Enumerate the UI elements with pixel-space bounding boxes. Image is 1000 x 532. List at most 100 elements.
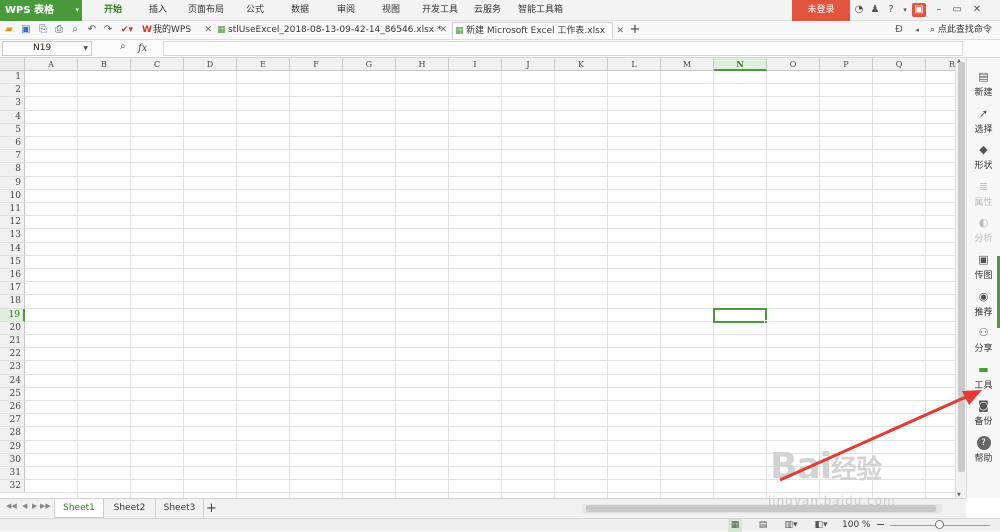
select-all-corner[interactable]: [0, 58, 25, 71]
column-header-E[interactable]: E: [237, 58, 290, 71]
formula-input[interactable]: [163, 41, 963, 56]
menu-2[interactable]: 插入: [145, 0, 171, 21]
tab-doc-new[interactable]: ▦ 新建 Microsoft Excel 工作表.xlsx ✕: [452, 22, 624, 39]
row-header-9[interactable]: 9: [0, 176, 25, 190]
open-folder-icon[interactable]: ▰: [2, 23, 16, 37]
task-pane-backup[interactable]: ◙ 备份: [967, 395, 1000, 431]
close-icon[interactable]: ✕: [204, 22, 212, 39]
window-minimize-icon[interactable]: –: [932, 3, 946, 17]
app-menu-button[interactable]: WPS 表格 ▾: [0, 0, 82, 21]
tab-my-wps[interactable]: W 我的WPS ✕: [140, 22, 212, 39]
row-header-20[interactable]: 20: [0, 321, 25, 335]
row-header-16[interactable]: 16: [0, 269, 25, 283]
menu-10[interactable]: 智能工具箱: [514, 0, 567, 21]
selected-cell[interactable]: [713, 307, 768, 324]
chevron-left-icon[interactable]: ◂: [910, 23, 924, 37]
row-header-25[interactable]: 25: [0, 387, 25, 401]
minimize-icon[interactable]: ▣: [912, 3, 926, 17]
sheet-tab-2[interactable]: Sheet2: [104, 499, 156, 518]
next-sheet-icon[interactable]: ▶: [32, 502, 37, 510]
fx-button[interactable]: fx: [138, 40, 147, 57]
task-pane-upload-image[interactable]: ▣ 传图: [967, 249, 1000, 285]
column-header-D[interactable]: D: [184, 58, 237, 71]
last-sheet-icon[interactable]: ▶▶: [40, 502, 51, 510]
row-header-15[interactable]: 15: [0, 255, 25, 269]
row-header-26[interactable]: 26: [0, 401, 25, 415]
task-pane-share[interactable]: ⚇ 分享: [967, 322, 1000, 358]
row-header-2[interactable]: 2: [0, 84, 25, 98]
page-break-view-icon[interactable]: ▤: [756, 519, 770, 532]
save-icon[interactable]: ▣: [19, 23, 33, 37]
doc-manager-icon[interactable]: Ð: [892, 23, 906, 37]
zoom-level[interactable]: 100 %: [842, 519, 871, 532]
sheet-tab-1[interactable]: Sheet1: [54, 499, 104, 518]
close-icon[interactable]: ✕: [970, 3, 984, 17]
reading-layout-icon[interactable]: ▥▾: [784, 519, 798, 532]
row-header-4[interactable]: 4: [0, 110, 25, 124]
zoom-slider-handle[interactable]: [935, 520, 944, 529]
column-header-A[interactable]: A: [25, 58, 78, 71]
eye-protection-icon[interactable]: ◧▾: [814, 519, 828, 532]
row-header-27[interactable]: 27: [0, 414, 25, 428]
menu-3[interactable]: 页面布局: [184, 0, 228, 21]
menu-9[interactable]: 云服务: [470, 0, 505, 21]
save-as-icon[interactable]: ⎘: [36, 23, 50, 37]
column-header-O[interactable]: O: [767, 58, 820, 71]
row-header-14[interactable]: 14: [0, 242, 25, 256]
column-header-M[interactable]: M: [661, 58, 714, 71]
scroll-thumb[interactable]: [958, 62, 965, 472]
task-pane-recommend[interactable]: ◉ 推荐: [967, 286, 1000, 322]
menu-4[interactable]: 公式: [242, 0, 268, 21]
column-header-P[interactable]: P: [820, 58, 873, 71]
close-icon[interactable]: ✕: [616, 23, 624, 40]
column-header-G[interactable]: G: [343, 58, 396, 71]
print-icon[interactable]: ⎙: [52, 23, 66, 37]
menu-5[interactable]: 数据: [287, 0, 313, 21]
spreadsheet-grid[interactable]: A B C D E F G H I J K L M N O P Q R 1 2 3 4 5 6 7 8 9 10 11 12 13 14 15 1…: [0, 58, 955, 498]
row-header-28[interactable]: 28: [0, 427, 25, 441]
row-header-23[interactable]: 23: [0, 361, 25, 375]
zoom-out-button[interactable]: −: [876, 519, 885, 531]
task-pane-select-cursor[interactable]: ➚ 选择: [967, 103, 1000, 139]
column-header-N[interactable]: N: [714, 58, 767, 71]
redo-icon[interactable]: ↷: [101, 23, 115, 37]
add-sheet-button[interactable]: +: [206, 499, 217, 518]
menu-7[interactable]: 视图: [378, 0, 404, 21]
row-header-18[interactable]: 18: [0, 295, 25, 309]
tab-doc-stluse[interactable]: ▦ stlUseExcel_2018-08-13-09-42-14_86546.x…: [215, 22, 447, 39]
quick-access-dropdown-icon[interactable]: ✔▾: [120, 23, 134, 37]
row-header-8[interactable]: 8: [0, 163, 25, 177]
row-header-21[interactable]: 21: [0, 335, 25, 349]
prev-sheet-icon[interactable]: ◀: [22, 502, 27, 510]
row-header-1[interactable]: 1: [0, 71, 25, 85]
shirt-icon[interactable]: ♟: [868, 3, 882, 17]
task-pane-shape[interactable]: ◆ 形状: [967, 139, 1000, 175]
name-box[interactable]: N19 ▼: [2, 41, 92, 56]
menu-8[interactable]: 开发工具: [418, 0, 462, 21]
column-header-L[interactable]: L: [608, 58, 661, 71]
close-icon[interactable]: ✕: [439, 22, 447, 39]
login-button[interactable]: 未登录: [792, 0, 850, 21]
column-header-J[interactable]: J: [502, 58, 555, 71]
row-header-24[interactable]: 24: [0, 374, 25, 388]
task-pane-toolbox[interactable]: ▬ 工具: [967, 359, 1000, 395]
search-command[interactable]: ⌕ 点此查找命令: [930, 21, 992, 40]
row-header-13[interactable]: 13: [0, 229, 25, 243]
column-header-K[interactable]: K: [555, 58, 608, 71]
column-header-Q[interactable]: Q: [873, 58, 926, 71]
row-header-6[interactable]: 6: [0, 137, 25, 151]
vertical-scrollbar[interactable]: ▲ ▼: [955, 58, 966, 498]
chevron-down-icon[interactable]: ▾: [898, 3, 912, 17]
row-header-7[interactable]: 7: [0, 150, 25, 164]
column-header-I[interactable]: I: [449, 58, 502, 71]
task-pane-new-doc[interactable]: ▤ 新建: [967, 66, 1000, 102]
row-header-29[interactable]: 29: [0, 440, 25, 454]
row-header-17[interactable]: 17: [0, 282, 25, 296]
undo-icon[interactable]: ↶: [85, 23, 99, 37]
column-header-H[interactable]: H: [396, 58, 449, 71]
row-header-19[interactable]: 19: [0, 308, 25, 322]
fill-handle[interactable]: [764, 319, 768, 324]
row-header-11[interactable]: 11: [0, 203, 25, 217]
row-header-22[interactable]: 22: [0, 348, 25, 362]
row-header-10[interactable]: 10: [0, 189, 25, 203]
